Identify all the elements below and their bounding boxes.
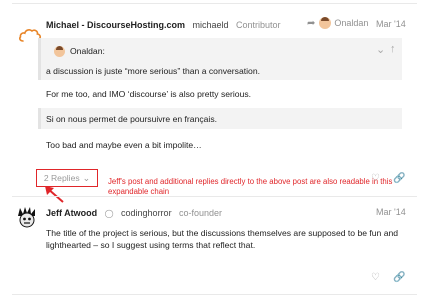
post-date[interactable]: Mar '14 bbox=[376, 17, 406, 31]
reply-arrow-icon: ➦ bbox=[307, 17, 316, 29]
heart-icon[interactable]: ♡ bbox=[371, 272, 380, 283]
quote-text: a discussion is juste “more serious” tha… bbox=[46, 66, 260, 76]
avatar[interactable] bbox=[16, 206, 38, 228]
author-name[interactable]: Michael - DiscourseHosting.com bbox=[46, 20, 185, 30]
annotation-text: Jeff's post and additional replies direc… bbox=[108, 177, 393, 196]
post-divider bbox=[12, 196, 417, 197]
post-date[interactable]: Mar '14 bbox=[376, 205, 406, 219]
author-username[interactable]: michaeld bbox=[192, 20, 228, 30]
author-username[interactable]: codinghorror bbox=[121, 208, 172, 218]
link-icon[interactable]: 🔗 bbox=[393, 272, 405, 283]
reply-to-name: Onaldan bbox=[334, 18, 369, 28]
post-paragraph: The title of the project is serious, but… bbox=[46, 228, 399, 250]
quote-avatar bbox=[54, 46, 65, 57]
quote-2-text: Si on nous permet de poursuivre en franç… bbox=[46, 114, 218, 124]
top-divider bbox=[12, 3, 417, 4]
heart-icon[interactable]: ♡ bbox=[371, 173, 380, 184]
post-paragraph-2: Too bad and maybe even a bit impolite… bbox=[46, 140, 202, 150]
quote-block: Onaldan: ⌄ ↑ a discussion is juste “more… bbox=[38, 38, 402, 80]
author-role: co-founder bbox=[179, 208, 223, 218]
chevron-down-icon: ⌄ bbox=[82, 172, 91, 183]
post-header: Jeff Atwood ◯ codinghorror co-founder bbox=[46, 205, 222, 219]
bottom-divider bbox=[12, 294, 417, 295]
annotation-arrow bbox=[45, 186, 64, 203]
reply-to-indicator[interactable]: ➦ Onaldan bbox=[307, 16, 368, 30]
post-paragraph-1: For me too, and IMO ‘discourse’ is also … bbox=[46, 89, 252, 99]
author-role: Contributor bbox=[235, 20, 281, 30]
chevron-down-icon[interactable]: ⌄ bbox=[376, 43, 385, 56]
quote-block-2: Si on nous permet de poursuivre en franç… bbox=[38, 108, 402, 129]
replies-label: 2 Replies bbox=[43, 173, 80, 183]
author-name[interactable]: Jeff Atwood bbox=[46, 208, 97, 218]
link-icon[interactable]: 🔗 bbox=[393, 173, 405, 184]
shield-icon: ◯ bbox=[104, 209, 114, 218]
reply-to-avatar bbox=[319, 17, 332, 29]
quote-author: Onaldan: bbox=[70, 46, 105, 56]
arrow-up-icon[interactable]: ↑ bbox=[390, 43, 396, 55]
